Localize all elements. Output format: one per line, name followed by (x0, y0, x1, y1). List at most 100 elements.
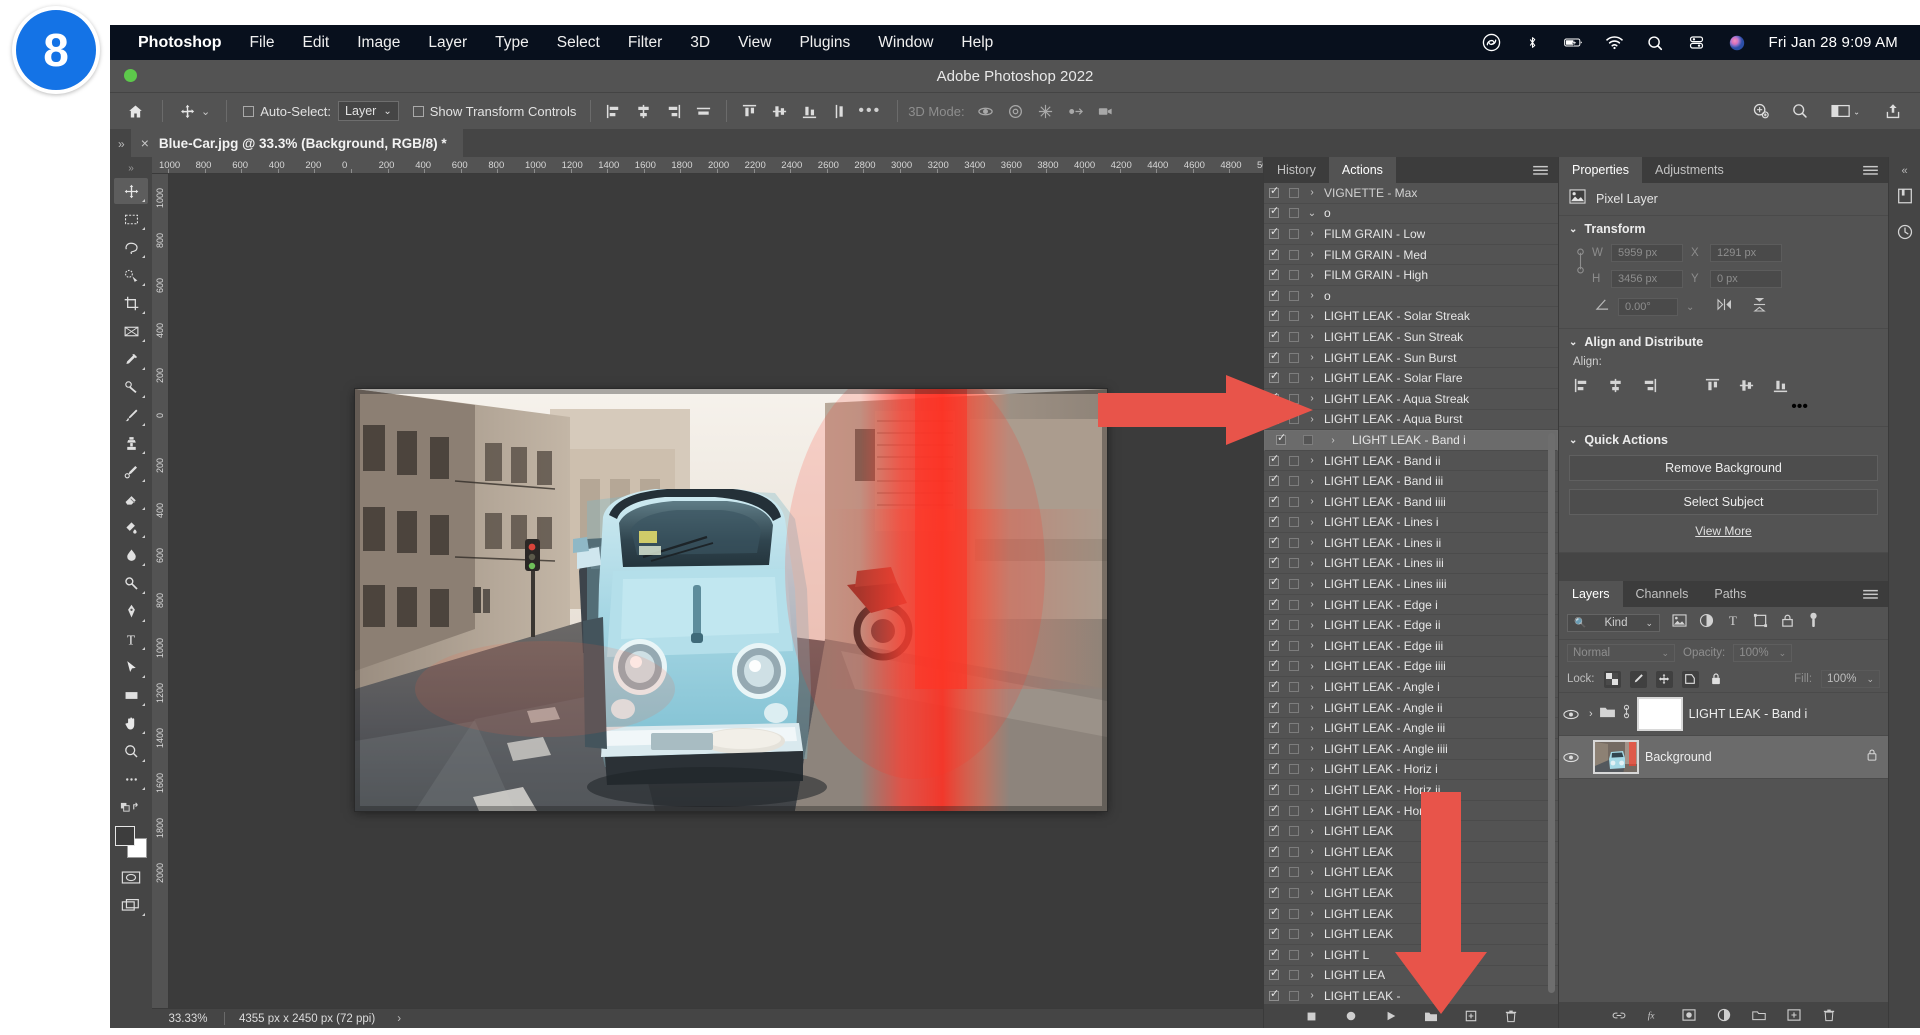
action-dialog-toggle[interactable] (1284, 702, 1304, 713)
distribute-vertical-icon[interactable] (831, 103, 848, 120)
add-mask-icon[interactable] (1681, 1008, 1696, 1022)
tools-panel-grip[interactable]: » (128, 163, 134, 174)
lock-all-icon[interactable] (1708, 671, 1725, 688)
action-toggle-checkbox[interactable] (1264, 884, 1284, 898)
layer-thumbnail[interactable] (1593, 740, 1639, 774)
lock-image-icon[interactable] (1629, 670, 1647, 688)
action-toggle-checkbox[interactable] (1264, 719, 1284, 734)
lock-position-icon[interactable] (1655, 670, 1673, 688)
menubar-clock[interactable]: Fri Jan 28 9:09 AM (1769, 34, 1899, 51)
action-dialog-toggle[interactable] (1284, 640, 1304, 651)
action-row[interactable]: › LIGHT LEAK - Lines iiii (1264, 574, 1558, 595)
chevron-right-icon[interactable]: › (1304, 579, 1320, 590)
libraries-icon[interactable] (1892, 183, 1918, 209)
panel-menu-icon[interactable] (1863, 157, 1888, 183)
action-dialog-toggle[interactable] (1284, 929, 1304, 940)
vertical-ruler[interactable]: 1000 800 600 400 200 0 200 400 600 800 1000 1200 140… (152, 174, 169, 1008)
creative-cloud-icon[interactable] (1482, 33, 1501, 52)
tab-paths[interactable]: Paths (1701, 581, 1759, 607)
menu-item-filter[interactable]: Filter (628, 34, 662, 52)
color-swatches[interactable] (114, 826, 148, 858)
chevron-down-icon[interactable]: ⌄ (1569, 435, 1577, 446)
action-row[interactable]: › VIGNETTE - Max (1264, 183, 1558, 204)
align-middle-v-icon[interactable] (1738, 377, 1755, 394)
action-row[interactable]: › FILM GRAIN - Med (1264, 245, 1558, 266)
action-dialog-toggle[interactable] (1284, 455, 1304, 466)
action-row[interactable]: › LIGHT LEAK - Edge iiii (1264, 657, 1558, 678)
actions-scrollbar[interactable] (1548, 433, 1555, 993)
opacity-field[interactable]: 100% ⌄ (1733, 644, 1793, 662)
action-toggle-checkbox[interactable] (1264, 575, 1284, 590)
canvas-stage[interactable] (169, 174, 1263, 1008)
fill-field[interactable]: 100% ⌄ (1821, 670, 1880, 688)
action-row[interactable]: › LIGHT LEAK - Angle iii (1264, 718, 1558, 740)
align-top-edges-icon[interactable] (741, 103, 758, 120)
frame-tool-button[interactable] (114, 318, 148, 344)
align-section-title[interactable]: ⌄ Align and Distribute (1569, 335, 1878, 349)
action-toggle-checkbox[interactable] (1264, 678, 1284, 693)
action-dialog-toggle[interactable] (1284, 620, 1304, 631)
action-dialog-toggle[interactable] (1284, 476, 1304, 487)
chevron-right-icon[interactable]: › (1304, 702, 1320, 713)
chevron-right-icon[interactable]: › (1304, 867, 1320, 878)
layer-row-light-leak-band-i[interactable]: › LIGHT LEAK - Band i (1559, 693, 1888, 736)
zoom-tool-button[interactable] (114, 738, 148, 764)
marquee-tool-button[interactable] (114, 206, 148, 232)
tab-history[interactable]: History (1264, 157, 1329, 183)
flip-vertical-icon[interactable] (1753, 296, 1767, 318)
action-dialog-toggle[interactable] (1284, 599, 1304, 610)
chevron-right-icon[interactable]: › (1304, 661, 1320, 672)
chevron-right-icon[interactable]: › (1304, 249, 1320, 260)
action-toggle-checkbox[interactable] (1264, 349, 1284, 363)
chevron-right-icon[interactable]: › (1304, 908, 1320, 919)
chevron-right-icon[interactable]: › (1304, 517, 1320, 528)
action-toggle-checkbox[interactable] (1264, 863, 1284, 878)
action-dialog-toggle[interactable] (1284, 990, 1304, 1001)
transform-section-title[interactable]: ⌄ Transform (1569, 222, 1878, 236)
panel-menu-icon[interactable] (1533, 157, 1558, 183)
action-row[interactable]: › LIGHT LEAK - Lines ii (1264, 533, 1558, 554)
action-dialog-toggle[interactable] (1284, 496, 1304, 507)
battery-charging-icon[interactable] (1563, 33, 1583, 52)
blend-mode-dropdown[interactable]: Normal ⌄ (1567, 644, 1675, 662)
chevron-right-icon[interactable]: › (1304, 785, 1320, 796)
action-dialog-toggle[interactable] (1284, 270, 1304, 281)
chevron-right-icon[interactable]: › (1304, 640, 1320, 651)
action-row[interactable]: ›o (1264, 286, 1558, 307)
distribute-horizontal-icon[interactable] (695, 103, 712, 120)
chevron-right-icon[interactable]: › (1304, 537, 1320, 548)
tab-channels[interactable]: Channels (1623, 581, 1702, 607)
3d-pan-icon[interactable] (1037, 103, 1054, 120)
filter-shape-icon[interactable] (1753, 613, 1768, 633)
action-row[interactable]: › LIGHT LEAK - Sun Streak (1264, 327, 1558, 348)
bluetooth-icon[interactable] (1523, 33, 1542, 52)
action-toggle-checkbox[interactable] (1264, 328, 1284, 342)
action-toggle-checkbox[interactable] (1264, 554, 1284, 569)
auto-select-scope-dropdown[interactable]: Layer ⌄ (338, 101, 399, 121)
action-toggle-checkbox[interactable] (1264, 225, 1284, 239)
chevron-right-icon[interactable]: › (1304, 682, 1320, 693)
action-row[interactable]: › LIGHT LEAK - Angle iiii (1264, 739, 1558, 760)
angle-field[interactable]: 0.00° (1618, 298, 1678, 316)
action-dialog-toggle[interactable] (1284, 867, 1304, 878)
chevron-right-icon[interactable]: › (1304, 990, 1320, 1001)
action-dialog-toggle[interactable] (1284, 908, 1304, 919)
control-center-icon[interactable] (1687, 33, 1706, 52)
eyedropper-tool-button[interactable] (114, 346, 148, 372)
close-icon[interactable]: × (141, 135, 149, 151)
spotlight-search-icon[interactable] (1646, 33, 1665, 52)
align-horizontal-centers-icon[interactable] (635, 103, 652, 120)
align-left-icon[interactable] (1573, 377, 1590, 394)
action-dialog-toggle[interactable] (1284, 352, 1304, 363)
zoom-level[interactable]: 33.33% (152, 1013, 224, 1025)
action-toggle-checkbox[interactable] (1264, 946, 1284, 960)
dodge-tool-button[interactable] (114, 570, 148, 596)
chevron-right-icon[interactable]: › (1304, 743, 1320, 754)
action-dialog-toggle[interactable] (1284, 846, 1304, 857)
history-rail-icon[interactable] (1892, 219, 1918, 245)
action-row[interactable]: › LIGHT LEAK - Band ii (1264, 451, 1558, 472)
chevron-right-icon[interactable]: › (1304, 929, 1320, 940)
action-dialog-toggle[interactable] (1284, 661, 1304, 672)
view-more-link[interactable]: View More (1569, 524, 1878, 538)
chevron-right-icon[interactable]: › (1304, 558, 1320, 569)
